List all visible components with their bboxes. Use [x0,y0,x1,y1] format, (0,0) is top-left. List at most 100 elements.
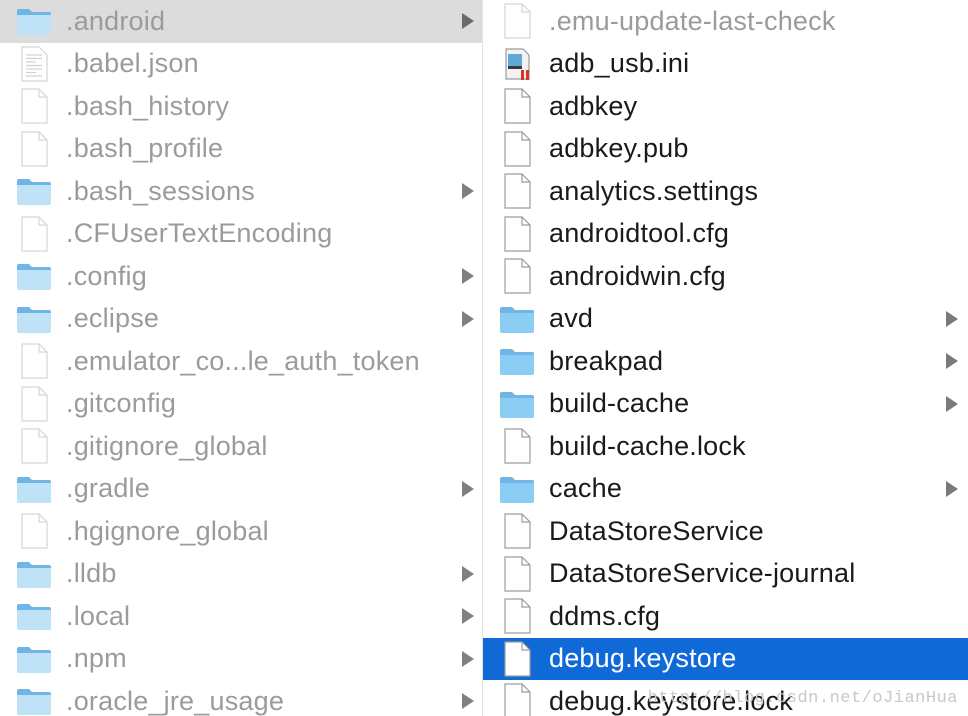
disclosure-arrow-icon[interactable] [946,353,958,370]
file-icon [499,131,535,167]
list-item[interactable]: cache [483,468,968,511]
list-item[interactable]: debug.keystore [483,637,968,680]
item-name: ddms.cfg [549,600,661,631]
list-item[interactable]: .emu-update-last-check [483,0,968,43]
item-name: build-cache.lock [549,430,746,461]
list-item[interactable]: .local [0,595,482,638]
folder-icon [499,343,535,379]
list-item[interactable]: .oracle_jre_usage [0,680,482,716]
list-item[interactable]: breakpad [483,340,968,383]
file-icon [499,598,535,634]
list-item[interactable]: adbkey.pub [483,128,968,171]
json-document-icon [16,46,52,82]
list-item[interactable]: build-cache.lock [483,425,968,468]
item-name: .lldb [66,558,117,589]
disclosure-arrow-icon[interactable] [462,183,474,200]
folder-icon [16,556,52,592]
disclosure-arrow-icon[interactable] [462,480,474,497]
item-name: debug.keystore.lock [549,685,793,716]
item-name: DataStoreService [549,515,764,546]
list-item[interactable]: .babel.json [0,43,482,86]
item-name: DataStoreService-journal [549,558,856,589]
item-name: cache [549,473,623,504]
item-name: build-cache [549,388,690,419]
file-icon [16,428,52,464]
list-item[interactable]: androidtool.cfg [483,213,968,256]
item-name: adbkey [549,90,638,121]
disclosure-arrow-icon[interactable] [946,480,958,497]
folder-icon [16,258,52,294]
item-name: .gradle [66,473,150,504]
disclosure-arrow-icon[interactable] [946,395,958,412]
folder-icon [16,641,52,677]
list-item[interactable]: analytics.settings [483,170,968,213]
item-name: analytics.settings [549,175,759,206]
disclosure-arrow-icon[interactable] [946,310,958,327]
item-name: breakpad [549,345,664,376]
list-item[interactable]: .npm [0,638,482,681]
item-name: .npm [66,643,127,674]
disclosure-arrow-icon[interactable] [462,13,474,30]
disclosure-arrow-icon[interactable] [462,693,474,710]
item-name: androidwin.cfg [549,260,726,291]
list-item[interactable]: adbkey [483,85,968,128]
file-icon [499,3,535,39]
list-item[interactable]: .hgignore_global [0,510,482,553]
android-folder-column[interactable]: .emu-update-last-check adb_usb.iniadbkey a… [483,0,968,716]
item-name: .android [66,5,166,36]
disclosure-arrow-icon[interactable] [462,310,474,327]
file-icon [499,258,535,294]
item-name: .gitconfig [66,388,177,419]
list-item[interactable]: avd [483,298,968,341]
folder-icon [16,301,52,337]
file-icon [499,683,535,716]
folder-icon [16,173,52,209]
list-item[interactable]: build-cache [483,383,968,426]
item-name: .emu-update-last-check [549,5,836,36]
list-item[interactable]: .bash_profile [0,128,482,171]
item-name: .CFUserTextEncoding [66,218,333,249]
list-item[interactable]: ddms.cfg [483,595,968,638]
item-name: .oracle_jre_usage [66,685,285,716]
list-item[interactable]: .bash_sessions [0,170,482,213]
list-item[interactable]: .android [0,0,482,43]
list-item[interactable]: .eclipse [0,298,482,341]
list-item[interactable]: DataStoreService-journal [483,553,968,596]
item-name: .eclipse [66,303,160,334]
item-name: .hgignore_global [66,515,269,546]
file-icon [499,173,535,209]
list-item[interactable]: .emulator_co...le_auth_token [0,340,482,383]
disclosure-arrow-icon[interactable] [462,268,474,285]
list-item[interactable]: .gitconfig [0,383,482,426]
list-item[interactable]: .bash_history [0,85,482,128]
item-name: .config [66,260,147,291]
disclosure-arrow-icon[interactable] [462,650,474,667]
list-item[interactable]: .lldb [0,553,482,596]
file-icon [16,88,52,124]
file-icon [16,343,52,379]
file-icon [499,556,535,592]
disclosure-arrow-icon[interactable] [462,608,474,625]
item-name: adbkey.pub [549,133,689,164]
file-icon [499,216,535,252]
list-item[interactable]: DataStoreService [483,510,968,553]
list-item[interactable]: .config [0,255,482,298]
list-item[interactable]: .gitignore_global [0,425,482,468]
list-item[interactable]: .CFUserTextEncoding [0,213,482,256]
disclosure-arrow-icon[interactable] [462,565,474,582]
file-icon [499,641,535,677]
list-item[interactable]: debug.keystore.lock [483,680,968,716]
item-name: .babel.json [66,48,199,79]
item-name: .emulator_co...le_auth_token [66,345,420,376]
file-icon [16,131,52,167]
list-item[interactable]: adb_usb.ini [483,43,968,86]
list-item[interactable]: androidwin.cfg [483,255,968,298]
item-name: .bash_history [66,90,230,121]
parent-column[interactable]: .android .babel.json .bash_history .bash_pr… [0,0,483,716]
file-icon [499,513,535,549]
folder-icon [16,598,52,634]
finder-column-browser: .android .babel.json .bash_history .bash_pr… [0,0,968,716]
folder-icon [16,471,52,507]
item-name: avd [549,303,594,334]
list-item[interactable]: .gradle [0,468,482,511]
